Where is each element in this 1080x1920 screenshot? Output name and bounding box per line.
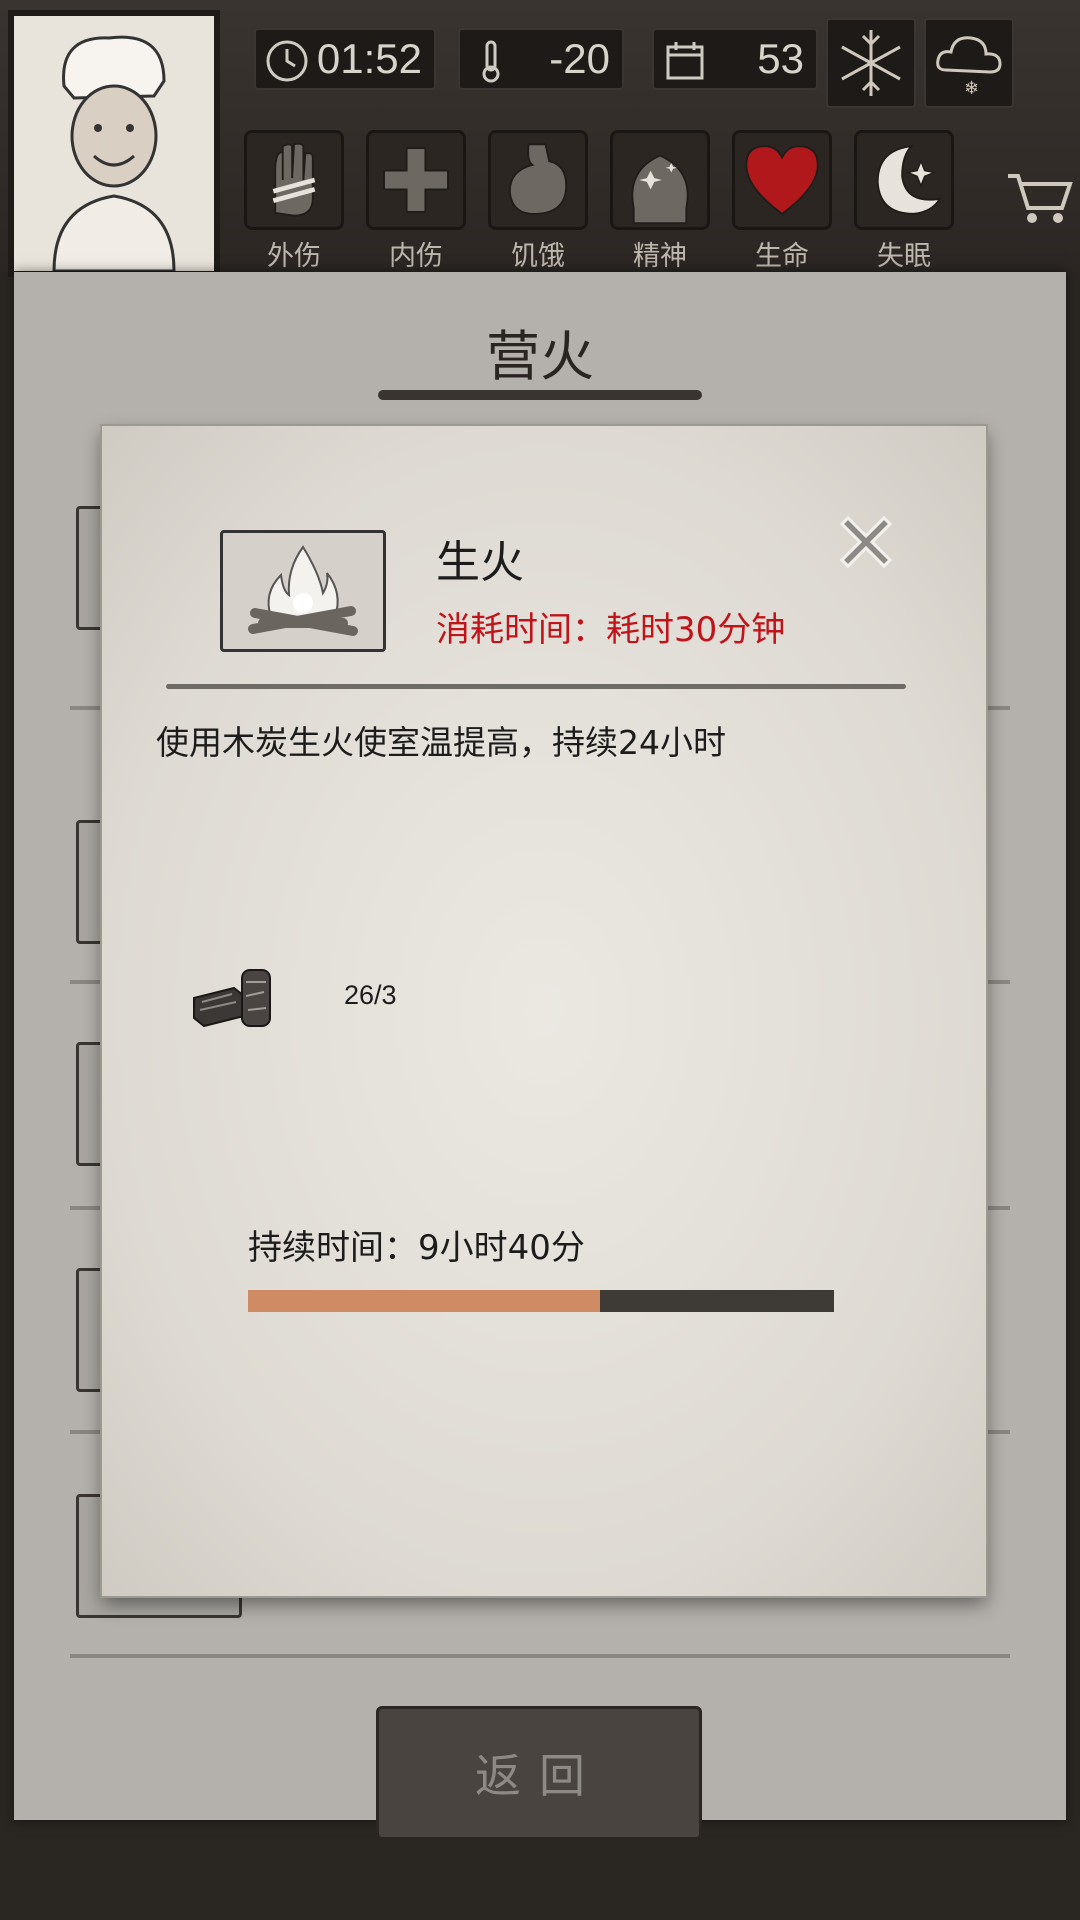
season-indicator[interactable]	[826, 18, 916, 108]
snowflake-icon	[841, 30, 901, 96]
return-button[interactable]: 返回	[376, 1706, 702, 1840]
head-sparkle-icon	[631, 154, 689, 225]
status-label-wound: 外伤	[267, 241, 321, 272]
chef-portrait-icon	[14, 16, 214, 271]
temperature-display: -20	[458, 28, 624, 90]
time-value: 01:52	[316, 35, 422, 82]
duration-progress-bar	[248, 1290, 834, 1312]
title-divider	[378, 390, 702, 400]
stomach-icon	[508, 143, 568, 215]
status-spirit[interactable]	[610, 130, 710, 230]
duration-label: 持续时间：9小时40分	[248, 1228, 585, 1268]
thermometer-icon	[482, 40, 500, 83]
character-portrait[interactable]	[8, 10, 220, 277]
temperature-value: -20	[549, 35, 610, 82]
status-bandaged-hand[interactable]	[244, 130, 344, 230]
status-hunger[interactable]	[488, 130, 588, 230]
day-display: 53	[652, 28, 818, 90]
clock-icon	[266, 40, 308, 82]
status-internal[interactable]	[366, 130, 466, 230]
day-value: 53	[757, 35, 804, 82]
material-count: 26/3	[344, 980, 397, 1010]
medical-cross-icon	[383, 147, 449, 213]
status-label-health: 生命	[755, 241, 809, 272]
moon-star-icon	[876, 144, 942, 215]
weather-indicator[interactable]: ❄	[924, 18, 1014, 108]
campfire-icon	[248, 545, 358, 636]
status-label-internal: 内伤	[389, 241, 443, 272]
status-label-hunger: 饥饿	[511, 241, 565, 272]
charcoal-icon	[193, 969, 271, 1028]
status-label-insomnia: 失眠	[877, 241, 931, 272]
bandaged-hand-icon	[272, 142, 316, 217]
background-divider	[70, 1654, 1010, 1658]
time-cost: 消耗时间：耗时30分钟	[436, 610, 786, 650]
dialog-divider	[166, 684, 906, 689]
status-insomnia[interactable]	[854, 130, 954, 230]
shop-cart-icon[interactable]	[1004, 168, 1074, 228]
time-display: 01:52	[254, 28, 436, 90]
status-health[interactable]	[732, 130, 832, 230]
calendar-icon	[666, 42, 704, 80]
snow-cloud-icon: ❄	[936, 36, 1002, 99]
close-icon[interactable]	[828, 504, 904, 580]
action-description: 使用木炭生火使室温提高，持续24小时	[156, 723, 726, 762]
page-title: 营火	[486, 325, 594, 388]
fire-detail-dialog: 生火 消耗时间：耗时30分钟 使用木炭生火使室温提高，持续24小时 26/3 持…	[102, 426, 986, 1596]
status-label-spirit: 精神	[633, 241, 687, 272]
svg-text:❄: ❄	[964, 78, 979, 99]
heart-icon	[745, 145, 819, 216]
fire-item-frame	[220, 530, 386, 652]
action-title: 生火	[436, 537, 524, 588]
duration-progress-fill	[248, 1290, 600, 1312]
